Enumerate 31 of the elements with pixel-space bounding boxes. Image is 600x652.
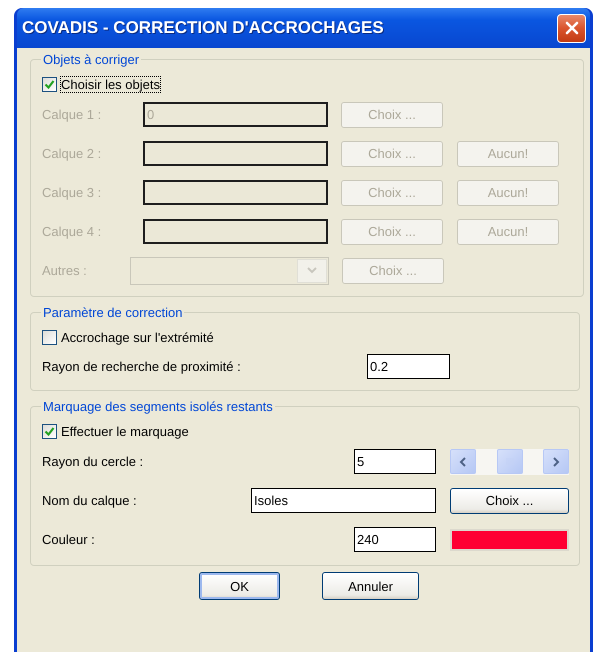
checkbox[interactable] xyxy=(42,424,57,438)
field-label: Rayon de recherche de proximité : xyxy=(42,358,242,374)
field-label: Calque 3 : xyxy=(42,185,102,200)
field-label: Calque 4 : xyxy=(42,224,102,239)
field-label: Nom du calque : xyxy=(42,493,138,508)
choose-button[interactable]: Choix ... xyxy=(450,488,569,514)
cancel-button[interactable]: Annuler xyxy=(322,572,419,600)
input-field[interactable]: 240 xyxy=(354,527,436,552)
checkbox-label[interactable]: Accrochage sur l'extrémité xyxy=(61,330,214,344)
color-swatch[interactable] xyxy=(450,528,569,550)
group-title: Objets à corriger xyxy=(42,52,140,67)
checkbox[interactable] xyxy=(42,76,57,92)
input-field[interactable]: 0.2 xyxy=(367,354,450,378)
checkbox-label[interactable]: Effectuer le marquage xyxy=(61,424,189,438)
field-label: Couleur : xyxy=(42,532,96,547)
input-field[interactable]: 5 xyxy=(354,449,436,474)
field-label: Rayon du cercle : xyxy=(42,454,144,469)
group-title: Marquage des segments isolés restants xyxy=(42,399,274,414)
checkbox[interactable] xyxy=(42,330,57,344)
scroll-bar[interactable] xyxy=(450,448,569,474)
window-title: COVADIS - CORRECTION D'ACCROCHAGES xyxy=(22,18,384,38)
field-label: Calque 2 : xyxy=(42,146,102,161)
field-label: Calque 1 : xyxy=(42,107,102,122)
ok-button[interactable]: OK xyxy=(199,572,280,600)
field-label: Autres : xyxy=(42,263,88,278)
group-title: Paramètre de correction xyxy=(42,305,184,320)
checkbox-label[interactable]: Choisir les objets xyxy=(61,76,160,92)
scroll-thumb[interactable] xyxy=(496,449,522,474)
input-field[interactable]: Isoles xyxy=(251,488,436,513)
close-button[interactable] xyxy=(557,14,586,42)
close-icon xyxy=(564,21,578,35)
